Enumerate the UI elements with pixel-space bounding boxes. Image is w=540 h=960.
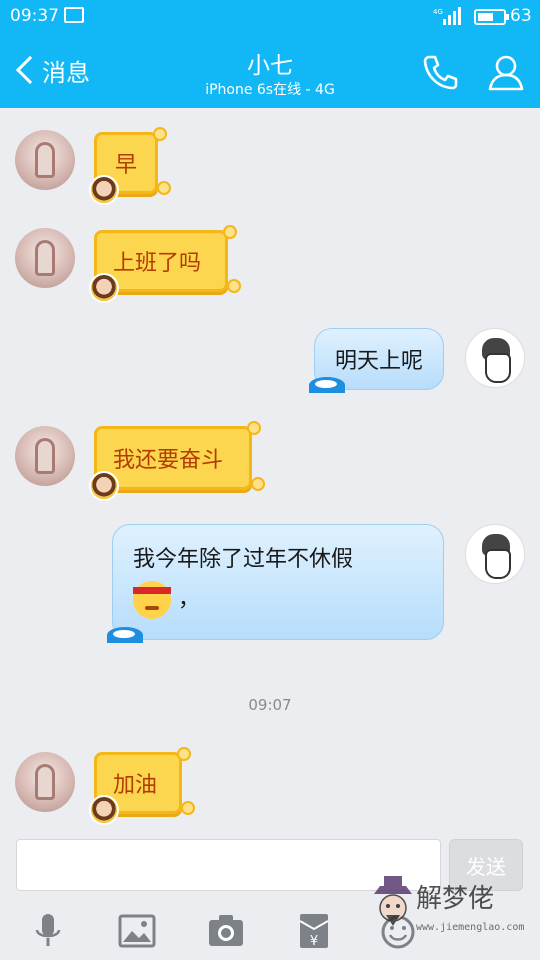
bubble-avatar-decoration [89, 795, 119, 825]
message-text: 上班了吗 [113, 251, 202, 276]
honey-decoration [157, 181, 171, 195]
gallery-notification-icon [64, 7, 84, 23]
contact-avatar[interactable] [15, 228, 75, 288]
message-bubble[interactable]: 我还要奋斗 [89, 421, 265, 501]
honey-decoration [177, 747, 191, 761]
wave-decoration [107, 627, 143, 643]
honey-decoration [227, 279, 241, 293]
my-avatar[interactable] [465, 328, 525, 388]
bubble-avatar-decoration [89, 471, 119, 501]
svg-text:¥: ¥ [310, 934, 318, 949]
honey-decoration [251, 477, 265, 491]
chat-timestamp: 09:07 [248, 696, 292, 714]
watermark-url: www.jiemenglao.com [416, 922, 525, 933]
message-bubble[interactable]: 早 [89, 127, 171, 205]
network-type: 4G [433, 8, 443, 16]
honey-decoration [181, 801, 195, 815]
message-text: 我今年除了过年不休假 [133, 547, 354, 572]
user-profile-icon[interactable] [486, 52, 526, 92]
bubble-avatar-decoration [89, 273, 119, 303]
message-text: 我还要奋斗 [113, 448, 224, 473]
bubble-avatar-decoration [89, 175, 119, 205]
red-packet-icon[interactable]: ¥ [294, 912, 334, 950]
contact-avatar[interactable] [15, 426, 75, 486]
angry-headband-emoji-icon [133, 581, 171, 619]
camera-icon[interactable] [206, 912, 246, 950]
battery-percent: 63 [510, 6, 532, 26]
message-tail-text: ， [178, 587, 201, 612]
microphone-icon[interactable] [28, 912, 68, 950]
message-bubble[interactable]: 我今年除了过年不休假 ， [107, 524, 444, 643]
signal-icon: 4G [433, 7, 461, 25]
wave-decoration [309, 377, 345, 393]
honey-decoration [153, 127, 167, 141]
message-text: 加油 [113, 773, 158, 798]
contact-avatar[interactable] [15, 752, 75, 812]
watermark-logo-icon [374, 876, 412, 926]
chat-header: 消息 小七 iPhone 6s在线 - 4G [0, 34, 540, 108]
contact-avatar[interactable] [15, 130, 75, 190]
message-text: 早 [114, 153, 137, 178]
site-watermark: 解梦佬 www.jiemenglao.com [370, 868, 530, 958]
chat-area[interactable]: 早 上班了吗 明天上呢 我还要奋斗 我今年除了过年不休假 ， 09:07 加油 [0, 108, 540, 828]
my-avatar[interactable] [465, 524, 525, 584]
status-bar: 09:37 4G 63 [0, 0, 540, 34]
message-bubble[interactable]: 上班了吗 [89, 225, 241, 303]
battery-icon [474, 9, 509, 25]
phone-icon[interactable] [420, 52, 460, 92]
status-time: 09:37 [10, 6, 59, 26]
message-bubble[interactable]: 加油 [89, 747, 195, 825]
watermark-text: 解梦佬 [416, 884, 495, 914]
honey-decoration [247, 421, 261, 435]
honey-decoration [223, 225, 237, 239]
message-text: 明天上呢 [334, 349, 423, 374]
image-icon[interactable] [117, 912, 157, 950]
message-bubble[interactable]: 明天上呢 [309, 328, 444, 393]
